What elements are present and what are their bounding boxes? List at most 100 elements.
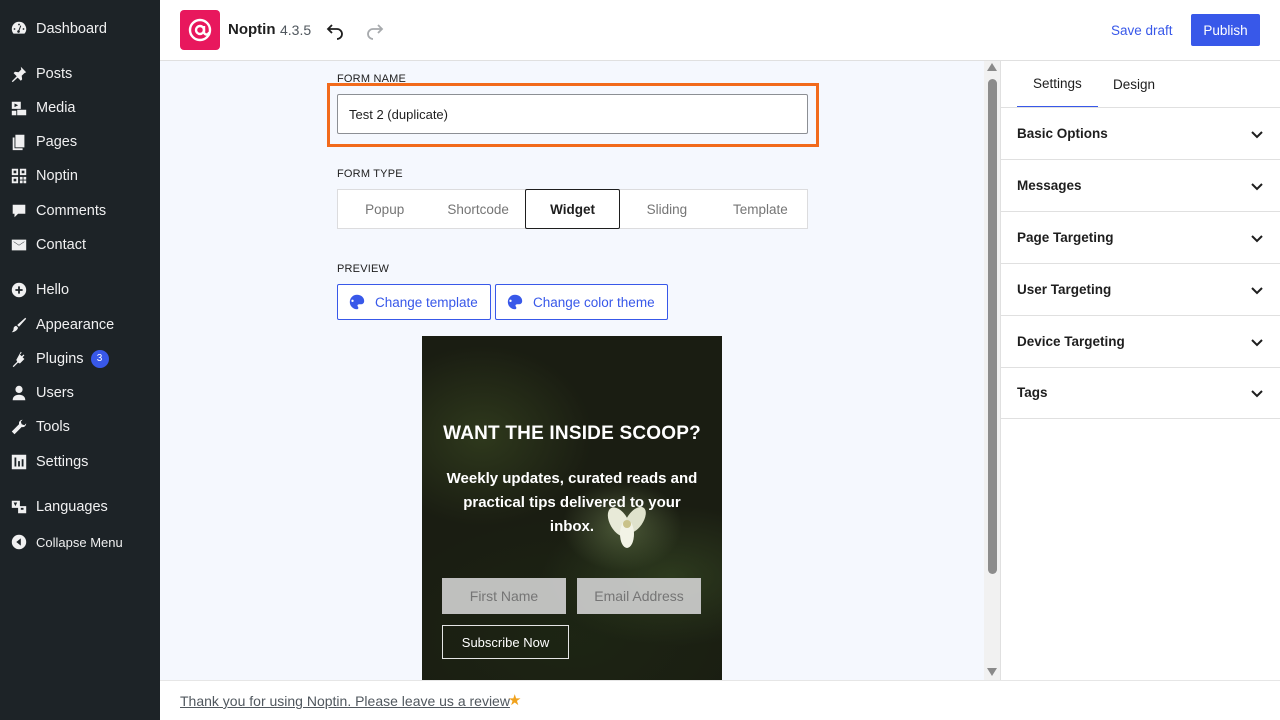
user-icon — [10, 384, 28, 402]
sidebar-item-contact[interactable]: Contact — [0, 230, 160, 260]
sidebar-item-users[interactable]: Users — [0, 378, 160, 408]
form-type-shortcode[interactable]: Shortcode — [431, 190, 524, 228]
accordion-messages[interactable]: Messages — [1001, 160, 1280, 212]
comment-icon — [10, 202, 28, 220]
change-color-theme-label: Change color theme — [533, 294, 655, 310]
accordion-label: Tags — [1017, 385, 1048, 400]
scroll-thumb[interactable] — [988, 79, 997, 574]
form-type-selector: Popup Shortcode Widget Sliding Template — [337, 189, 808, 229]
sidebar-item-pages[interactable]: Pages — [0, 127, 160, 157]
accordion-label: Basic Options — [1017, 126, 1108, 141]
star-icon: ★ — [508, 692, 522, 709]
chevron-down-icon — [1251, 234, 1263, 242]
undo-icon — [326, 24, 343, 40]
first-name-field[interactable] — [442, 578, 566, 614]
settings-panel: Settings Design Basic Options Messages P… — [1000, 61, 1280, 680]
sidebar-item-label: Collapse Menu — [36, 534, 123, 550]
form-type-popup[interactable]: Popup — [338, 190, 431, 228]
sidebar-item-languages[interactable]: Languages — [0, 492, 160, 522]
qr-grid-icon — [10, 167, 28, 185]
sidebar-item-label: Noptin — [36, 168, 78, 184]
sidebar-item-label: Comments — [36, 203, 107, 219]
redo-button[interactable] — [363, 18, 387, 42]
form-type-template[interactable]: Template — [714, 190, 807, 228]
save-draft-button[interactable]: Save draft — [1111, 23, 1173, 38]
accordion-tags[interactable]: Tags — [1001, 367, 1280, 419]
chevron-down-icon — [1251, 130, 1263, 138]
sidebar-item-label: Tools — [36, 419, 70, 435]
change-template-label: Change template — [375, 294, 478, 310]
sidebar-item-hello[interactable]: Hello — [0, 275, 160, 305]
chevron-down-icon — [1251, 182, 1263, 190]
canvas-scrollbar[interactable] — [984, 61, 1000, 680]
noptin-logo — [180, 10, 220, 50]
accordion-page-targeting[interactable]: Page Targeting — [1001, 212, 1280, 264]
sidebar-item-label: Appearance — [36, 317, 115, 333]
preview-description: Weekly updates, curated reads and practi… — [446, 470, 698, 535]
palette-icon — [349, 294, 365, 310]
app-name: Noptin — [228, 21, 276, 38]
accordion-device-targeting[interactable]: Device Targeting — [1001, 316, 1280, 368]
tab-design[interactable]: Design — [1097, 61, 1171, 108]
sidebar-item-label: Posts — [36, 66, 73, 82]
sidebar-item-label: Plugins — [36, 351, 84, 367]
app-version: 4.3.5 — [280, 22, 312, 38]
translate-icon — [10, 498, 28, 516]
preview-label: PREVIEW — [337, 263, 390, 275]
chevron-down-icon — [1251, 286, 1263, 294]
sidebar-item-label: Settings — [36, 454, 89, 470]
tab-settings[interactable]: Settings — [1017, 61, 1098, 108]
plugins-update-badge: 3 — [90, 350, 109, 368]
form-preview: WANT THE INSIDE SCOOP? Weekly updates, c… — [422, 336, 722, 680]
preview-title: WANT THE INSIDE SCOOP? — [443, 423, 701, 444]
collapse-icon — [10, 533, 28, 551]
plus-circle-icon — [10, 281, 28, 299]
scroll-up-arrow[interactable] — [987, 63, 997, 71]
accordion-label: Messages — [1017, 178, 1082, 193]
brush-icon — [10, 316, 28, 334]
form-type-label: FORM TYPE — [337, 168, 403, 180]
sidebar-item-dashboard[interactable]: Dashboard — [0, 14, 160, 44]
sidebar-item-media[interactable]: Media — [0, 93, 160, 123]
subscribe-button[interactable]: Subscribe Now — [442, 625, 569, 659]
email-field[interactable] — [577, 578, 701, 614]
accordion-label: User Targeting — [1017, 282, 1112, 297]
sidebar-item-plugins[interactable]: Plugins 3 — [0, 344, 160, 374]
form-name-input[interactable] — [337, 94, 808, 134]
media-icon — [10, 99, 28, 117]
envelope-icon — [10, 236, 28, 254]
redo-icon — [367, 24, 384, 40]
accordion-basic-options[interactable]: Basic Options — [1001, 108, 1280, 160]
accordion-label: Device Targeting — [1017, 334, 1125, 349]
accordion-user-targeting[interactable]: User Targeting — [1001, 264, 1280, 316]
collapse-menu-button[interactable]: Collapse Menu — [0, 527, 160, 557]
sidebar-item-settings[interactable]: Settings — [0, 447, 160, 477]
change-color-theme-button[interactable]: Change color theme — [495, 284, 668, 320]
sidebar-item-comments[interactable]: Comments — [0, 196, 160, 226]
scroll-down-arrow[interactable] — [987, 668, 997, 676]
pin-icon — [10, 65, 28, 83]
sidebar-item-label: Dashboard — [36, 21, 107, 37]
publish-button[interactable]: Publish — [1191, 14, 1260, 46]
sidebar-item-label: Hello — [36, 282, 70, 298]
admin-sidebar: Dashboard Posts Media Pages Noptin Comme… — [0, 0, 160, 720]
sidebar-item-tools[interactable]: Tools — [0, 412, 160, 442]
form-type-widget[interactable]: Widget — [524, 189, 621, 229]
chevron-down-icon — [1251, 338, 1263, 346]
form-editor-canvas: FORM NAME FORM TYPE Popup Shortcode Widg… — [160, 61, 984, 680]
change-template-button[interactable]: Change template — [337, 284, 491, 320]
undo-button[interactable] — [323, 18, 347, 42]
sidebar-item-label: Contact — [36, 237, 86, 253]
pages-icon — [10, 133, 28, 151]
editor-header: Noptin 4.3.5 Save draft Publish — [160, 0, 1280, 61]
sidebar-item-appearance[interactable]: Appearance — [0, 310, 160, 340]
sliders-icon — [10, 453, 28, 471]
review-link[interactable]: Thank you for using Noptin. Please leave… — [180, 693, 510, 709]
form-type-sliding[interactable]: Sliding — [620, 190, 713, 228]
palette-icon — [507, 294, 523, 310]
sidebar-item-label: Users — [36, 385, 74, 401]
chevron-down-icon — [1251, 389, 1263, 397]
sidebar-item-noptin[interactable]: Noptin — [0, 161, 160, 191]
sidebar-item-posts[interactable]: Posts — [0, 59, 160, 89]
sidebar-item-label: Pages — [36, 134, 78, 150]
